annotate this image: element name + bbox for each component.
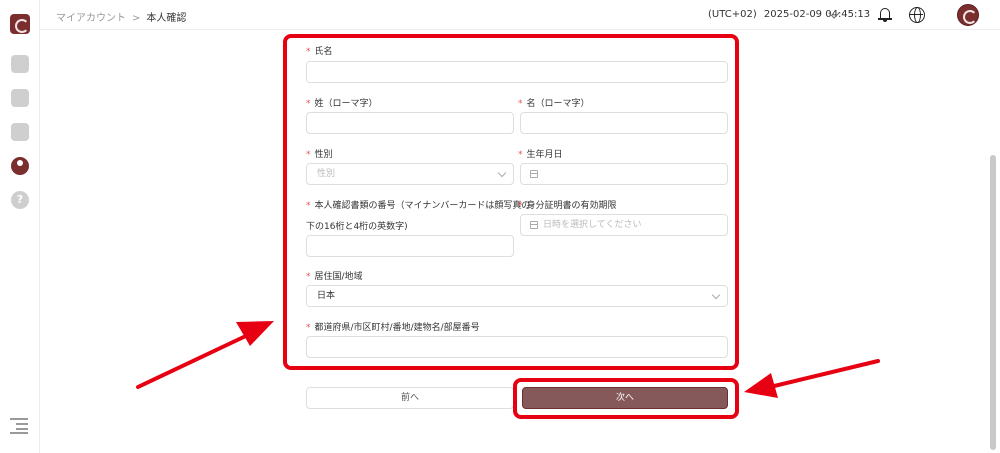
arrow-left-icon [136, 321, 274, 389]
arrow-right-icon [744, 359, 880, 398]
annotation-arrows [136, 321, 880, 398]
